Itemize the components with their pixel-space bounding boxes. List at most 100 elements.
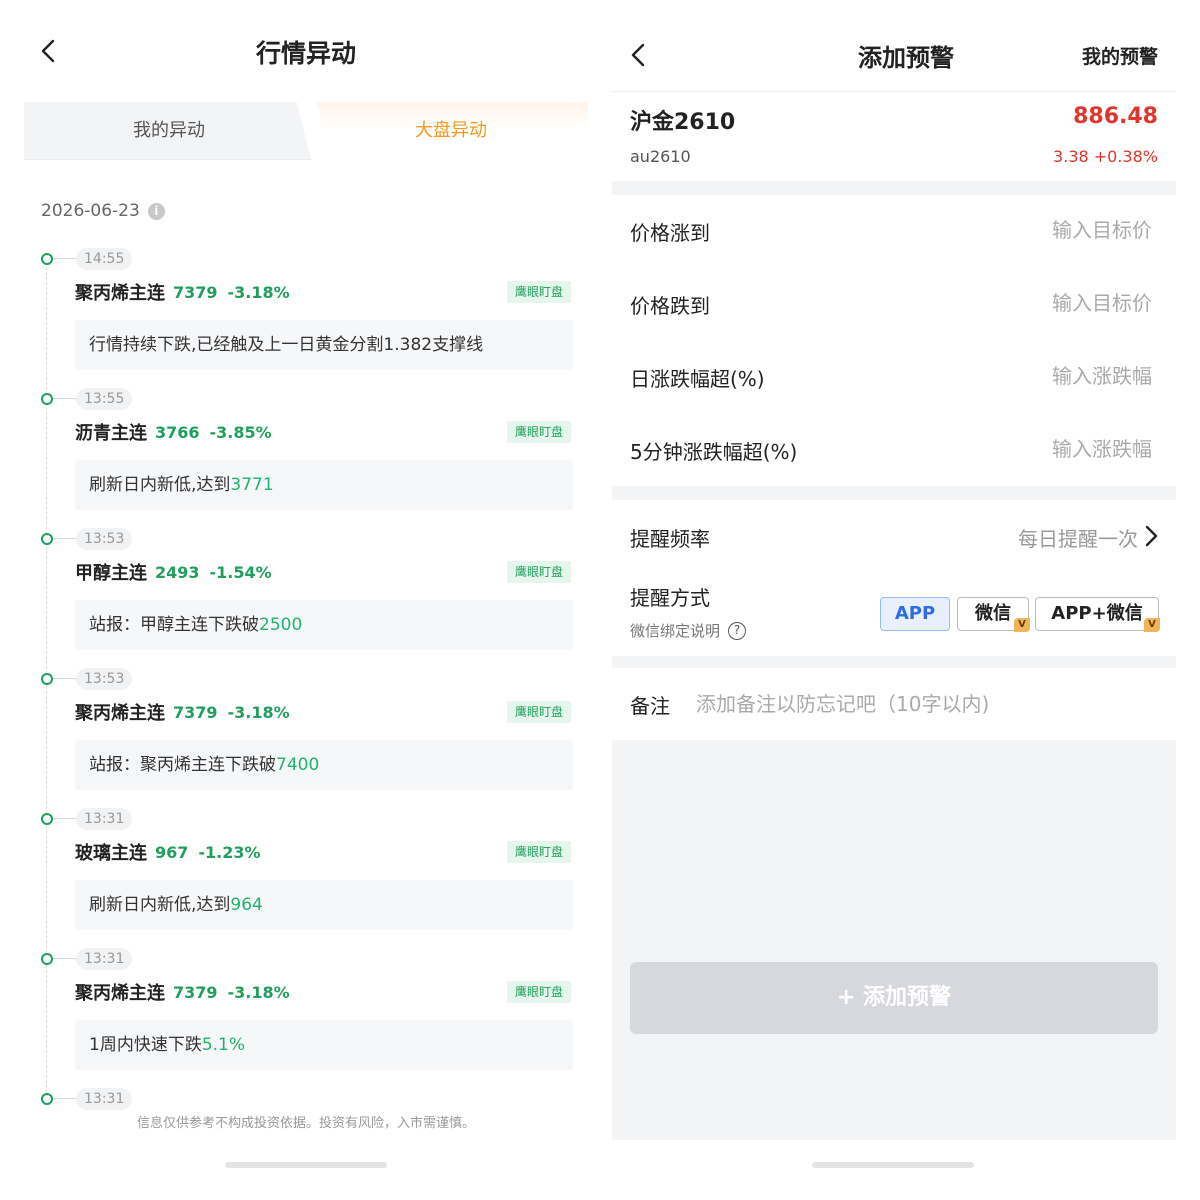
field-input[interactable] (892, 358, 1152, 394)
timeline-entry[interactable]: 13:31 玻璃主连 967 -1.23% 鹰眼盯盘 刷新日内新低,达到964 (0, 808, 612, 948)
source-tag: 鹰眼盯盘 (506, 561, 571, 583)
timeline-entry[interactable]: 13:53 聚丙烯主连 7379 -3.18% 鹰眼盯盘 站报：聚丙烯主连下跌破7400 (0, 668, 612, 808)
my-alerts-link[interactable]: 我的预警 (1082, 42, 1158, 69)
contract-price: 7379 (173, 702, 218, 722)
source-tag: 鹰眼盯盘 (506, 421, 571, 443)
entry-header: 聚丙烯主连 7379 -3.18% 鹰眼盯盘 (75, 700, 571, 724)
section-gap (612, 486, 1176, 500)
left-header: 行情异动 (0, 0, 612, 100)
contract-name: 聚丙烯主连 (75, 983, 165, 1004)
field-input[interactable] (892, 431, 1152, 467)
time-badge: 13:31 (76, 1088, 133, 1110)
timeline-dot (41, 953, 53, 965)
timeline-connector (53, 678, 77, 679)
add-alert-screen: 添加预警 我的预警 沪金2610 au2610 886.48 3.38 +0.3… (612, 0, 1200, 1200)
frequency-value[interactable]: 每日提醒一次 (1018, 523, 1138, 552)
description-highlight: 7400 (276, 755, 320, 775)
entry-header: 沥青主连 3766 -3.85% 鹰眼盯盘 (75, 420, 571, 444)
contract-price: 3766 (155, 422, 200, 442)
description-highlight: 964 (230, 895, 263, 915)
field-input[interactable] (892, 212, 1152, 248)
time-badge: 13:31 (76, 808, 133, 830)
timeline-connector (53, 258, 77, 259)
field-label: 5分钟涨跌幅超(%) (630, 440, 798, 464)
entry-header: 玻璃主连 967 -1.23% 鹰眼盯盘 (75, 840, 571, 864)
timeline-connector (53, 818, 77, 819)
home-indicator[interactable] (225, 1162, 387, 1168)
timeline-dot (41, 393, 53, 405)
section-gap (612, 181, 1176, 195)
contract-change: -3.18% (227, 982, 290, 1002)
timeline-entry[interactable]: 13:31 聚丙烯主连 7379 -3.18% 鹰眼盯盘 1周内快速下跌5.1% (0, 948, 612, 1088)
frequency-row[interactable]: 提醒频率 每日提醒一次 (612, 506, 1176, 566)
timeline-dot (41, 673, 53, 685)
alert-field-row: 价格涨到 (612, 200, 1176, 260)
wechat-bind-help[interactable]: 微信绑定说明 ? (630, 620, 747, 641)
source-tag: 鹰眼盯盘 (506, 281, 571, 303)
method-app-label: APP (894, 603, 936, 624)
tab-market-movers-label: 大盘异动 (415, 120, 487, 141)
entry-description: 刷新日内新低,达到964 (75, 880, 573, 930)
time-badge: 13:53 (76, 528, 133, 550)
description-text: 刷新日内新低,达到 (89, 475, 231, 495)
contract-code: au2610 (630, 147, 691, 166)
time-badge: 13:55 (76, 388, 133, 410)
time-badge: 13:53 (76, 668, 133, 690)
bottom-area (612, 740, 1176, 1140)
contract-change: -1.23% (198, 842, 261, 862)
contract-price: 2493 (155, 562, 200, 582)
timeline-entry[interactable]: 13:53 甲醇主连 2493 -1.54% 鹰眼盯盘 站报：甲醇主连下跌破2500 (0, 528, 612, 668)
last-price: 886.48 (1073, 104, 1158, 129)
field-label: 价格涨到 (630, 221, 710, 245)
timeline-dot (41, 813, 53, 825)
method-app-button[interactable]: APP (880, 597, 950, 631)
entry-description: 站报：甲醇主连下跌破2500 (75, 600, 573, 650)
method-app-wechat-label: APP+微信 (1051, 603, 1143, 624)
contract-change: -1.54% (209, 562, 272, 582)
timeline-dot (41, 253, 53, 265)
field-input[interactable] (892, 285, 1152, 321)
entry-description: 1周内快速下跌5.1% (75, 1020, 573, 1070)
source-tag: 鹰眼盯盘 (506, 981, 571, 1003)
field-label: 价格跌到 (630, 294, 710, 318)
market-movers-screen: 行情异动 我的异动 大盘异动 2026-06-23 i 14:55 聚丙烯主连 73… (0, 0, 612, 1200)
time-badge: 13:31 (76, 948, 133, 970)
description-highlight: 5.1% (201, 1035, 246, 1055)
header-divider (612, 91, 1176, 92)
description-text: 站报：聚丙烯主连下跌破 (89, 755, 276, 775)
info-icon[interactable]: i (147, 202, 165, 220)
description-highlight: 2500 (259, 615, 303, 635)
source-tag: 鹰眼盯盘 (506, 701, 571, 723)
note-label: 备注 (630, 694, 670, 718)
method-app-wechat-button[interactable]: APP+微信 V (1035, 597, 1160, 632)
note-input[interactable] (696, 682, 1156, 726)
tab-market-movers[interactable]: 大盘异动 (314, 102, 588, 160)
method-wechat-button[interactable]: 微信 V (957, 597, 1030, 632)
contract-name: 聚丙烯主连 (75, 703, 165, 724)
time-badge: 14:55 (76, 248, 133, 270)
frequency-label: 提醒频率 (630, 527, 710, 551)
field-label: 日涨跌幅超(%) (630, 367, 765, 391)
vip-badge-icon: V (1014, 618, 1030, 632)
vip-badge-icon: V (1144, 618, 1160, 632)
chevron-right-icon[interactable] (1142, 524, 1160, 548)
alert-field-row: 5分钟涨跌幅超(%) (612, 419, 1176, 479)
wechat-bind-help-label: 微信绑定说明 (630, 622, 721, 640)
add-alert-button[interactable]: + 添加预警 (630, 962, 1158, 1034)
tab-my-movers[interactable]: 我的异动 (24, 102, 314, 160)
page-title: 行情异动 (255, 39, 356, 68)
contract-name: 沪金2610 (630, 110, 736, 135)
timeline-entry[interactable]: 14:55 聚丙烯主连 7379 -3.18% 鹰眼盯盘 行情持续下跌,已经触及上一日黄金… (0, 248, 612, 388)
alert-field-row: 日涨跌幅超(%) (612, 346, 1176, 406)
date-row: 2026-06-23 i (41, 201, 165, 221)
timeline-entry[interactable]: 13:55 沥青主连 3766 -3.85% 鹰眼盯盘 刷新日内新低,达到3771 (0, 388, 612, 528)
entry-description: 行情持续下跌,已经触及上一日黄金分割1.382支撑线 (75, 320, 573, 370)
price-change: 3.38 +0.38% (1053, 147, 1158, 166)
source-tag: 鹰眼盯盘 (506, 841, 571, 863)
method-label: 提醒方式 (630, 586, 710, 610)
home-indicator[interactable] (812, 1162, 974, 1168)
contract-price: 7379 (173, 982, 218, 1002)
method-wechat-label: 微信 (975, 603, 1011, 624)
question-icon[interactable]: ? (728, 621, 747, 640)
contract-name: 沥青主连 (75, 423, 147, 444)
